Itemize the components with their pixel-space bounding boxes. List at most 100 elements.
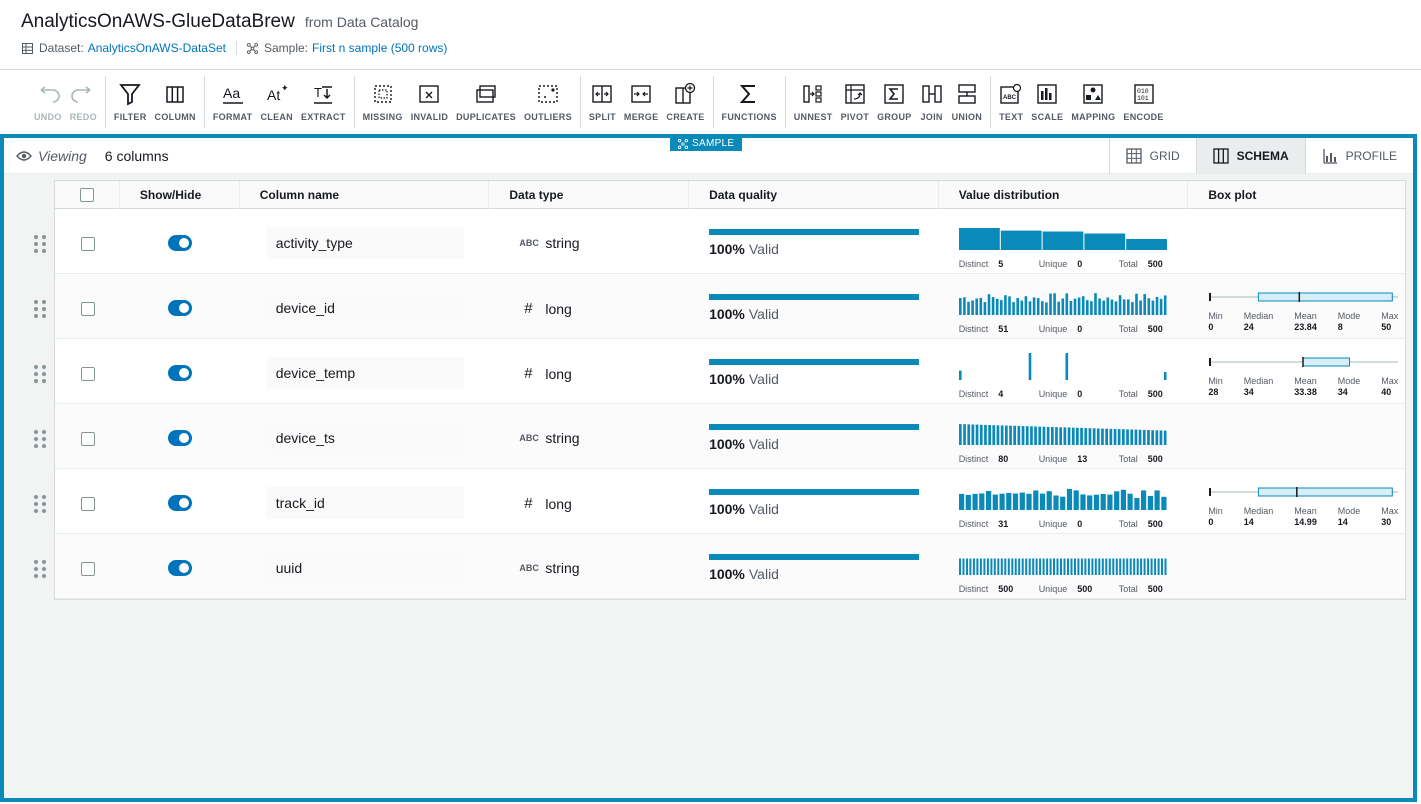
visibility-toggle[interactable] bbox=[167, 560, 192, 576]
scale-button[interactable]: SCALE bbox=[1027, 76, 1067, 128]
row-select-cell bbox=[55, 274, 120, 339]
histogram-bar bbox=[996, 425, 999, 445]
box-plot-chart[interactable] bbox=[1208, 356, 1400, 368]
histogram-bar bbox=[1031, 558, 1034, 575]
join-button[interactable]: JOIN bbox=[916, 76, 948, 128]
drag-handle-icon[interactable] bbox=[33, 299, 47, 319]
duplicates-button[interactable]: DUPLICATES bbox=[452, 76, 520, 128]
histogram-bar bbox=[1020, 300, 1023, 315]
histogram-bar bbox=[958, 370, 962, 380]
distribution-histogram[interactable] bbox=[958, 418, 1169, 446]
box-plot-chart[interactable] bbox=[1208, 486, 1400, 498]
visibility-toggle[interactable] bbox=[167, 430, 192, 446]
distribution-histogram[interactable] bbox=[958, 223, 1169, 251]
row-checkbox[interactable] bbox=[81, 562, 95, 576]
visibility-toggle[interactable] bbox=[167, 365, 192, 381]
data-type-dropdown[interactable]: # long bbox=[519, 365, 572, 382]
quality-bar bbox=[709, 489, 920, 495]
data-type-dropdown[interactable]: ABC string bbox=[519, 235, 579, 251]
drag-handle-icon[interactable] bbox=[33, 494, 47, 514]
box-plot-chart[interactable] bbox=[1208, 291, 1400, 303]
column-button[interactable]: COLUMN bbox=[151, 76, 200, 128]
mapping-button[interactable]: MAPPING bbox=[1067, 76, 1119, 128]
create-button[interactable]: CREATE bbox=[662, 76, 708, 128]
sample-link[interactable]: First n sample (500 rows) bbox=[312, 41, 447, 55]
row-checkbox[interactable] bbox=[81, 367, 95, 381]
column-name-field[interactable]: device_ts bbox=[265, 422, 464, 454]
encode-button[interactable]: 010 101 ENCODE bbox=[1119, 76, 1167, 128]
row-checkbox[interactable] bbox=[81, 302, 95, 316]
unnest-button[interactable]: UNNEST bbox=[790, 76, 837, 128]
drag-handle-icon[interactable] bbox=[33, 559, 47, 579]
undo-button[interactable]: UNDO bbox=[30, 76, 66, 128]
drag-handle-icon[interactable] bbox=[33, 364, 47, 384]
text-button[interactable]: ABC TEXT bbox=[995, 76, 1027, 128]
valid-label: Valid bbox=[748, 501, 779, 517]
extract-button[interactable]: T EXTRACT bbox=[297, 76, 350, 128]
data-type-dropdown[interactable]: ABC string bbox=[519, 430, 579, 446]
valid-percent: 100% bbox=[709, 371, 745, 387]
outliers-button[interactable]: OUTLIERS bbox=[520, 76, 576, 128]
clean-button[interactable]: At ✦ CLEAN bbox=[256, 76, 297, 128]
column-name-field[interactable]: device_temp bbox=[265, 357, 464, 389]
row-checkbox[interactable] bbox=[81, 497, 95, 511]
data-type-label: long bbox=[545, 300, 572, 317]
histogram-bar bbox=[965, 558, 968, 575]
row-checkbox[interactable] bbox=[81, 237, 95, 251]
tab-profile[interactable]: PROFILE bbox=[1304, 138, 1413, 174]
split-button[interactable]: SPLIT bbox=[585, 76, 620, 128]
union-button[interactable]: UNION bbox=[948, 76, 987, 128]
stat-max: Max 30 bbox=[1381, 506, 1399, 527]
distribution-histogram[interactable] bbox=[958, 288, 1169, 316]
merge-button[interactable]: MERGE bbox=[620, 76, 663, 128]
column-name-field[interactable]: track_id bbox=[265, 487, 464, 519]
column-name-field[interactable]: device_id bbox=[265, 292, 464, 324]
format-button[interactable]: Aa FORMAT bbox=[209, 76, 257, 128]
stat-mean: Mean 33.38 bbox=[1294, 376, 1317, 397]
column-name-field[interactable]: activity_type bbox=[265, 227, 464, 259]
histogram-bar bbox=[1087, 558, 1090, 575]
data-quality-cell: 100% Valid bbox=[689, 209, 939, 274]
histogram-bar bbox=[1012, 493, 1018, 510]
group-button[interactable]: GROUP bbox=[873, 76, 916, 128]
stat-min: Min 0 bbox=[1208, 506, 1223, 527]
column-name-cell: device_temp bbox=[240, 339, 490, 404]
svg-text:010: 010 bbox=[1137, 88, 1149, 95]
select-all-checkbox[interactable] bbox=[80, 188, 94, 202]
pivot-button[interactable]: PIVOT bbox=[837, 76, 874, 128]
tab-schema[interactable]: SCHEMA bbox=[1195, 138, 1305, 174]
histogram-bar bbox=[979, 558, 982, 575]
drag-handle-icon[interactable] bbox=[33, 429, 47, 449]
redo-button[interactable]: REDO bbox=[66, 76, 101, 128]
text-icon: ABC bbox=[1000, 83, 1022, 104]
filter-button[interactable]: FILTER bbox=[110, 76, 151, 128]
tab-grid[interactable]: GRID bbox=[1108, 138, 1196, 174]
data-quality-cell: 100% Valid bbox=[689, 339, 939, 404]
stat-min: Min 0 bbox=[1208, 311, 1223, 332]
visibility-toggle[interactable] bbox=[167, 495, 192, 511]
row-checkbox[interactable] bbox=[81, 432, 95, 446]
drag-handle-icon[interactable] bbox=[33, 234, 47, 254]
distribution-histogram[interactable] bbox=[958, 483, 1169, 511]
data-type-dropdown[interactable]: # long bbox=[519, 495, 572, 512]
histogram-bar bbox=[1073, 490, 1079, 510]
visibility-toggle[interactable] bbox=[167, 235, 192, 251]
box-plot-cell bbox=[1188, 404, 1405, 469]
dataset-link[interactable]: AnalyticsOnAWS-DataSet bbox=[88, 41, 226, 55]
column-name-field[interactable]: uuid bbox=[265, 552, 464, 584]
functions-button[interactable]: FUNCTIONS bbox=[718, 76, 781, 128]
histogram-bar bbox=[993, 558, 996, 575]
histogram-bar bbox=[1000, 425, 1004, 445]
missing-button[interactable]: MISSING bbox=[359, 76, 407, 128]
join-icon bbox=[921, 85, 942, 103]
data-type-dropdown[interactable]: ABC string bbox=[519, 560, 579, 576]
data-type-dropdown[interactable]: # long bbox=[519, 300, 572, 317]
histogram-bar bbox=[1146, 430, 1150, 445]
distribution-histogram[interactable] bbox=[958, 353, 1169, 381]
invalid-button[interactable]: INVALID bbox=[407, 76, 452, 128]
quality-text: 100% Valid bbox=[709, 566, 779, 582]
visibility-toggle[interactable] bbox=[167, 300, 192, 316]
histogram-bar bbox=[1163, 430, 1167, 445]
divider bbox=[235, 41, 237, 55]
distribution-histogram[interactable] bbox=[958, 548, 1169, 576]
